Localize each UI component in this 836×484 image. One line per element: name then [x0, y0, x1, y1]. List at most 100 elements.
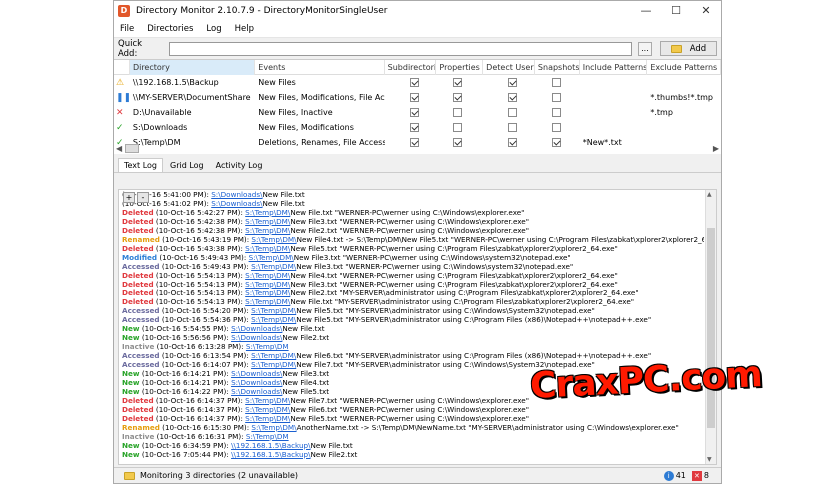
snapshots-checkbox[interactable]	[551, 93, 561, 102]
header-include-patterns[interactable]: Include Patterns	[580, 59, 648, 75]
log-path-link[interactable]: S:\Temp\DM\	[245, 281, 290, 289]
log-path-link[interactable]: S:\Downloads\	[231, 370, 282, 378]
subdirectories-checkbox[interactable]	[409, 108, 419, 117]
log-path-link[interactable]: S:\Temp\DM\	[245, 209, 290, 217]
minimize-button[interactable]: —	[631, 1, 661, 21]
snapshots-checkbox[interactable]	[551, 123, 561, 132]
log-path-link[interactable]: S:\Downloads\	[231, 325, 282, 333]
log-path-link[interactable]: S:\Temp\DM\	[245, 218, 290, 226]
error-count: 8	[703, 471, 709, 480]
table-row[interactable]: ✕ D:\Unavailable New Files, Inactive *.tmp	[114, 105, 721, 120]
detect-users-checkbox[interactable]	[508, 78, 518, 87]
log-path-link[interactable]: S:\Temp\DM\	[245, 272, 290, 280]
subdirectories-checkbox[interactable]	[409, 78, 419, 87]
zoom-in-button[interactable]: +	[123, 192, 135, 203]
scroll-thumb[interactable]	[125, 143, 140, 153]
log-path-link[interactable]: S:\Temp\DM\	[251, 424, 296, 432]
log-detail: New File5.txt "WERNER-PC\werner using C:…	[290, 244, 618, 253]
header-detect-users[interactable]: Detect Users	[483, 59, 535, 75]
scroll-down-icon[interactable]: ▼	[707, 456, 712, 463]
menu-bar: File Directories Log Help	[114, 21, 721, 38]
log-path-link[interactable]: S:\Temp\DM\	[245, 415, 290, 423]
scroll-up-icon[interactable]: ▲	[707, 191, 712, 198]
zoom-out-button[interactable]: -	[137, 192, 149, 203]
log-path-link[interactable]: S:\Downloads\	[231, 334, 282, 342]
header-events[interactable]: Events	[255, 59, 385, 75]
header-properties[interactable]: Properties	[436, 59, 484, 75]
tab-activity-log[interactable]: Activity Log	[211, 159, 268, 172]
snapshots-checkbox[interactable]	[551, 78, 561, 87]
ok-icon: ✓	[116, 123, 124, 133]
snapshots-checkbox[interactable]	[551, 108, 561, 117]
menu-log[interactable]: Log	[206, 24, 221, 34]
menu-file[interactable]: File	[120, 24, 134, 34]
log-path-link[interactable]: S:\Downloads\	[211, 200, 262, 208]
properties-checkbox[interactable]	[453, 123, 463, 132]
log-detail: New File3.txt "WERNER-PC\werner using C:…	[290, 217, 530, 226]
log-path-link[interactable]: S:\Temp\DM\	[245, 298, 290, 306]
log-path-link[interactable]: S:\Temp\DM\	[251, 307, 296, 315]
log-timestamp: (10-Oct-16 5:43:38 PM):	[153, 244, 246, 253]
log-path-link[interactable]: S:\Temp\DM\	[251, 361, 296, 369]
log-path-link[interactable]: S:\Temp\DM\	[251, 263, 296, 271]
log-timestamp: (10-Oct-16 5:54:36 PM):	[159, 316, 252, 325]
header-snapshots[interactable]: Snapshots	[535, 59, 580, 75]
maximize-button[interactable]: ☐	[661, 1, 691, 21]
log-path-link[interactable]: \\192.168.1.5\Backup\	[231, 442, 310, 450]
scroll-left-icon[interactable]: ◀	[116, 144, 122, 153]
header-subdirectories[interactable]: Subdirectories	[385, 59, 437, 75]
menu-help[interactable]: Help	[235, 24, 254, 34]
detect-users-checkbox[interactable]	[508, 108, 518, 117]
log-path-link[interactable]: S:\Temp\DM	[246, 433, 289, 441]
table-row[interactable]: ⚠ \\192.168.1.5\Backup New Files	[114, 75, 721, 90]
browse-button[interactable]: ...	[638, 41, 652, 56]
log-path-link[interactable]: S:\Temp\DM\	[245, 397, 290, 405]
log-event-type: Renamed	[122, 423, 160, 432]
log-path-link[interactable]: \\192.168.1.5\Backup\	[231, 451, 310, 459]
log-path-link[interactable]: S:\Downloads\	[231, 379, 282, 387]
title-bar[interactable]: D Directory Monitor 2.10.7.9 - Directory…	[114, 1, 721, 21]
log-path-link[interactable]: S:\Downloads\	[211, 191, 262, 199]
log-path-link[interactable]: S:\Downloads\	[231, 388, 282, 396]
properties-checkbox[interactable]	[453, 108, 463, 117]
log-detail: New File2.txt "MY-SERVER\administrator u…	[290, 289, 639, 298]
log-path-link[interactable]: S:\Temp\DM\	[251, 236, 296, 244]
log-path-link[interactable]: S:\Temp\DM\	[245, 245, 290, 253]
vertical-scrollbar[interactable]: ▲ ▼	[705, 190, 716, 464]
header-directory[interactable]: Directory	[129, 59, 256, 75]
vertical-scroll-thumb[interactable]	[707, 228, 715, 428]
quick-add-input[interactable]	[169, 41, 633, 56]
log-path-link[interactable]: S:\Temp\DM\	[245, 289, 290, 297]
log-timestamp: (10-Oct-16 6:14:07 PM):	[159, 361, 252, 370]
log-path-link[interactable]: S:\Temp\DM\	[251, 316, 296, 324]
table-row[interactable]: ❚❚ \\MY-SERVER\DocumentShare New Files, Mo…	[114, 90, 721, 105]
tab-text-log[interactable]: Text Log	[118, 158, 164, 172]
log-timestamp: (10-Oct-16 6:13:28 PM):	[154, 343, 246, 352]
scroll-right-icon[interactable]: ▶	[713, 144, 719, 153]
detect-users-checkbox[interactable]	[508, 93, 518, 102]
log-path-link[interactable]: S:\Temp\DM\	[249, 254, 294, 262]
log-detail: New File2.txt "WERNER-PC\werner using C:…	[290, 226, 530, 235]
table-row[interactable]: ✓ S:\Downloads New Files, Modifications	[114, 120, 721, 135]
tab-grid-log[interactable]: Grid Log	[165, 159, 209, 172]
subdirectories-checkbox[interactable]	[409, 93, 419, 102]
close-button[interactable]: ✕	[691, 1, 721, 21]
log-path-link[interactable]: S:\Temp\DM\	[245, 227, 290, 235]
include-patterns-cell	[580, 90, 648, 105]
add-button[interactable]: Add	[659, 41, 717, 56]
log-path-link[interactable]: S:\Temp\DM	[246, 343, 289, 351]
log-detail: New File.txt "WERNER-PC\werner using C:\…	[290, 208, 525, 217]
header-exclude-patterns[interactable]: Exclude Patterns	[647, 59, 721, 75]
horizontal-scrollbar[interactable]: ◀ ▶	[114, 142, 721, 154]
log-timestamp: (10-Oct-16 5:54:55 PM):	[139, 325, 232, 334]
properties-checkbox[interactable]	[453, 78, 463, 87]
detect-users-cell	[483, 105, 535, 120]
menu-directories[interactable]: Directories	[147, 24, 193, 34]
properties-checkbox[interactable]	[453, 93, 463, 102]
log-path-link[interactable]: S:\Temp\DM\	[245, 406, 290, 414]
detect-users-checkbox[interactable]	[508, 123, 518, 132]
subdirectories-checkbox[interactable]	[409, 123, 419, 132]
snapshots-cell	[535, 75, 580, 90]
status-cell: ❚❚	[114, 90, 130, 105]
log-path-link[interactable]: S:\Temp\DM\	[251, 352, 296, 360]
